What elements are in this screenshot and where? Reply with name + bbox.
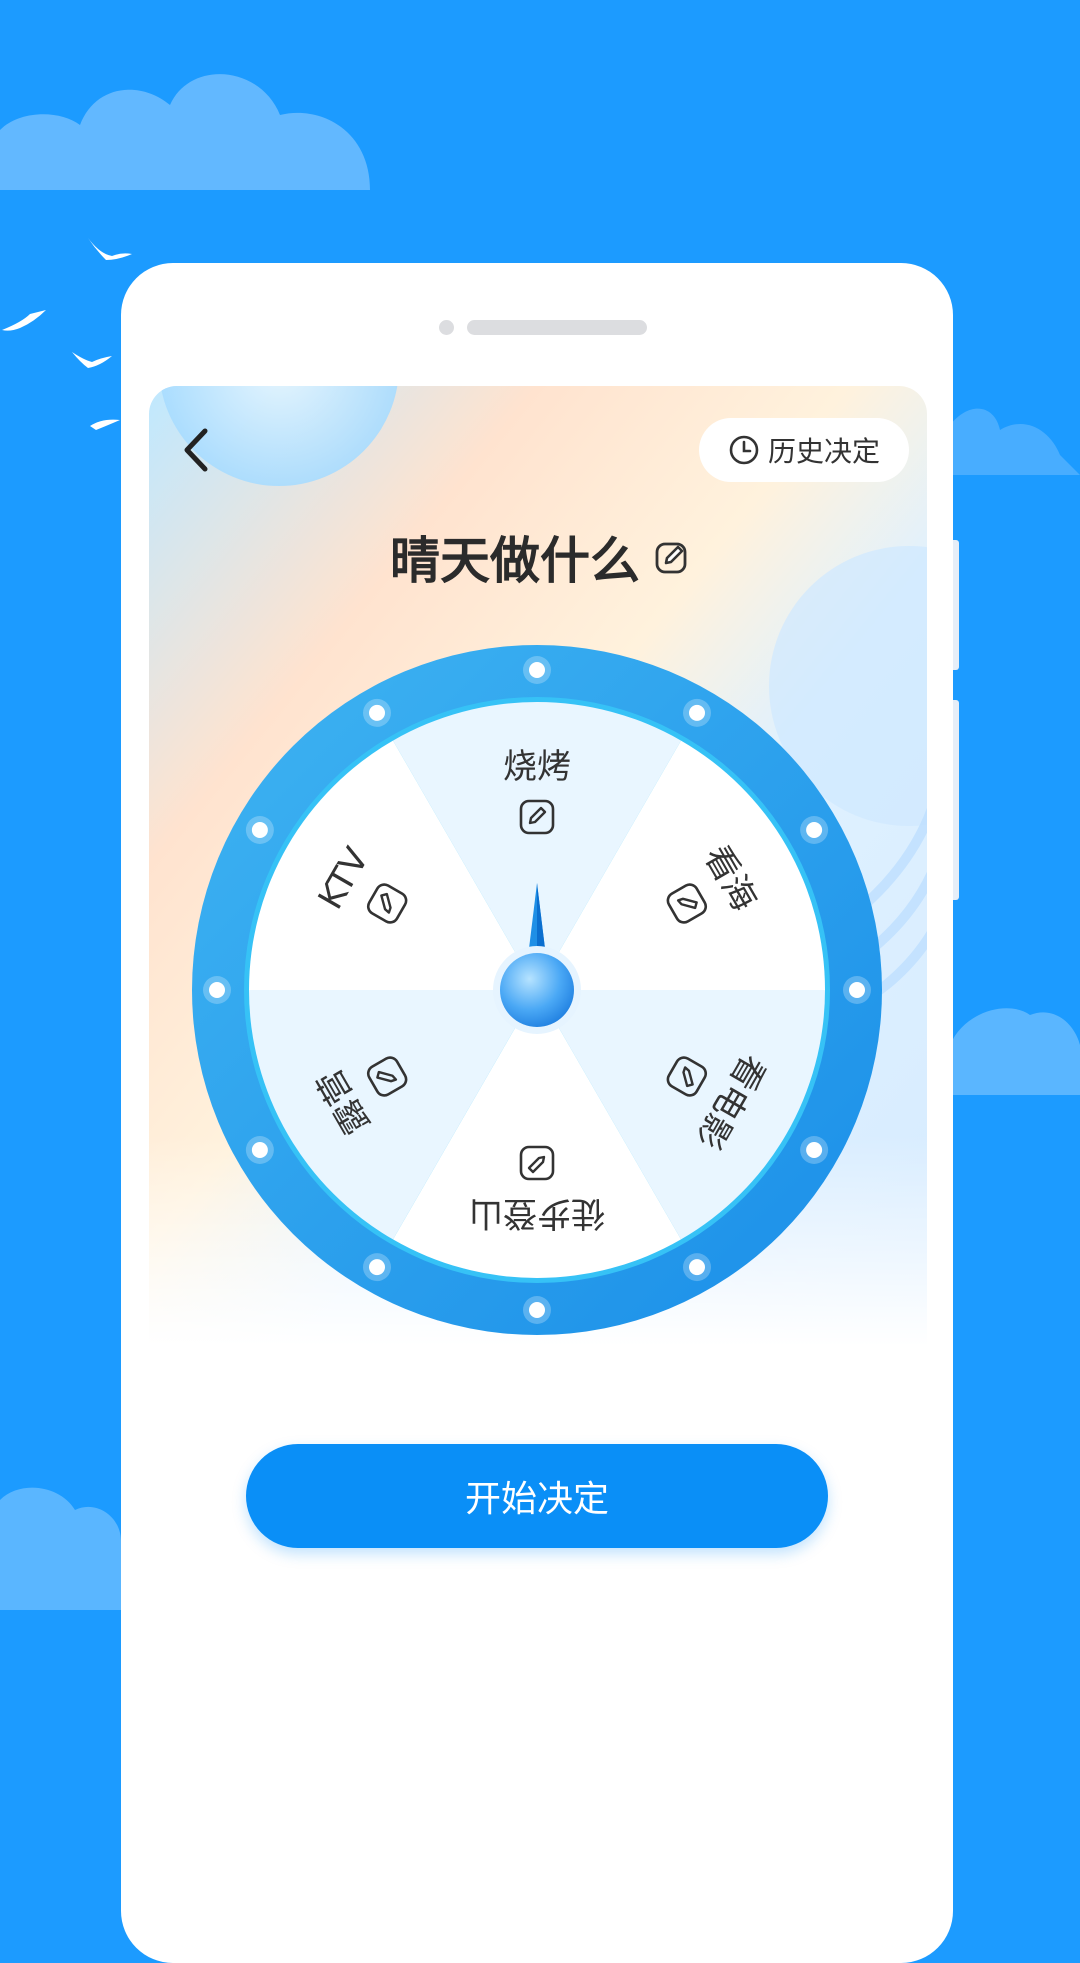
rim-light	[369, 1259, 385, 1276]
rim-light	[849, 982, 865, 998]
rim-light	[529, 662, 545, 678]
page-title: 晴天做什么	[390, 532, 640, 590]
rim-light	[806, 822, 823, 838]
rim-light	[806, 1142, 823, 1158]
wheel-segment-label: 徒步登山	[469, 1193, 605, 1233]
wheel-hub	[500, 953, 574, 1027]
side-button	[953, 700, 959, 900]
chevron-left-icon	[184, 428, 208, 472]
wheel-segment-label: 烧烤	[503, 747, 571, 787]
cloud-decoration	[0, 74, 370, 190]
rim-light	[251, 822, 268, 838]
cloud-decoration	[950, 408, 1080, 475]
decision-wheel[interactable]: 烧烤看海看电影徒步登山露营KTV	[192, 645, 882, 1335]
rim-light	[369, 704, 385, 721]
rim-light	[251, 1142, 268, 1158]
rim-light	[209, 982, 225, 998]
camera-dot	[439, 320, 454, 335]
back-button[interactable]	[171, 425, 221, 475]
rim-light	[529, 1302, 545, 1318]
title-row: 晴天做什么	[0, 522, 1080, 592]
history-label: 历史决定	[767, 435, 880, 468]
edit-icon[interactable]	[654, 539, 690, 575]
speaker-bar	[467, 320, 647, 335]
cloud-decoration	[0, 1487, 121, 1610]
clock-icon	[729, 435, 759, 465]
start-decide-button[interactable]: 开始决定	[246, 1444, 828, 1548]
cloud-decoration	[950, 1008, 1080, 1095]
birds-decoration	[2, 238, 132, 430]
rim-light	[689, 1259, 705, 1276]
rim-light	[689, 704, 705, 721]
history-button[interactable]: 历史决定	[699, 418, 909, 482]
